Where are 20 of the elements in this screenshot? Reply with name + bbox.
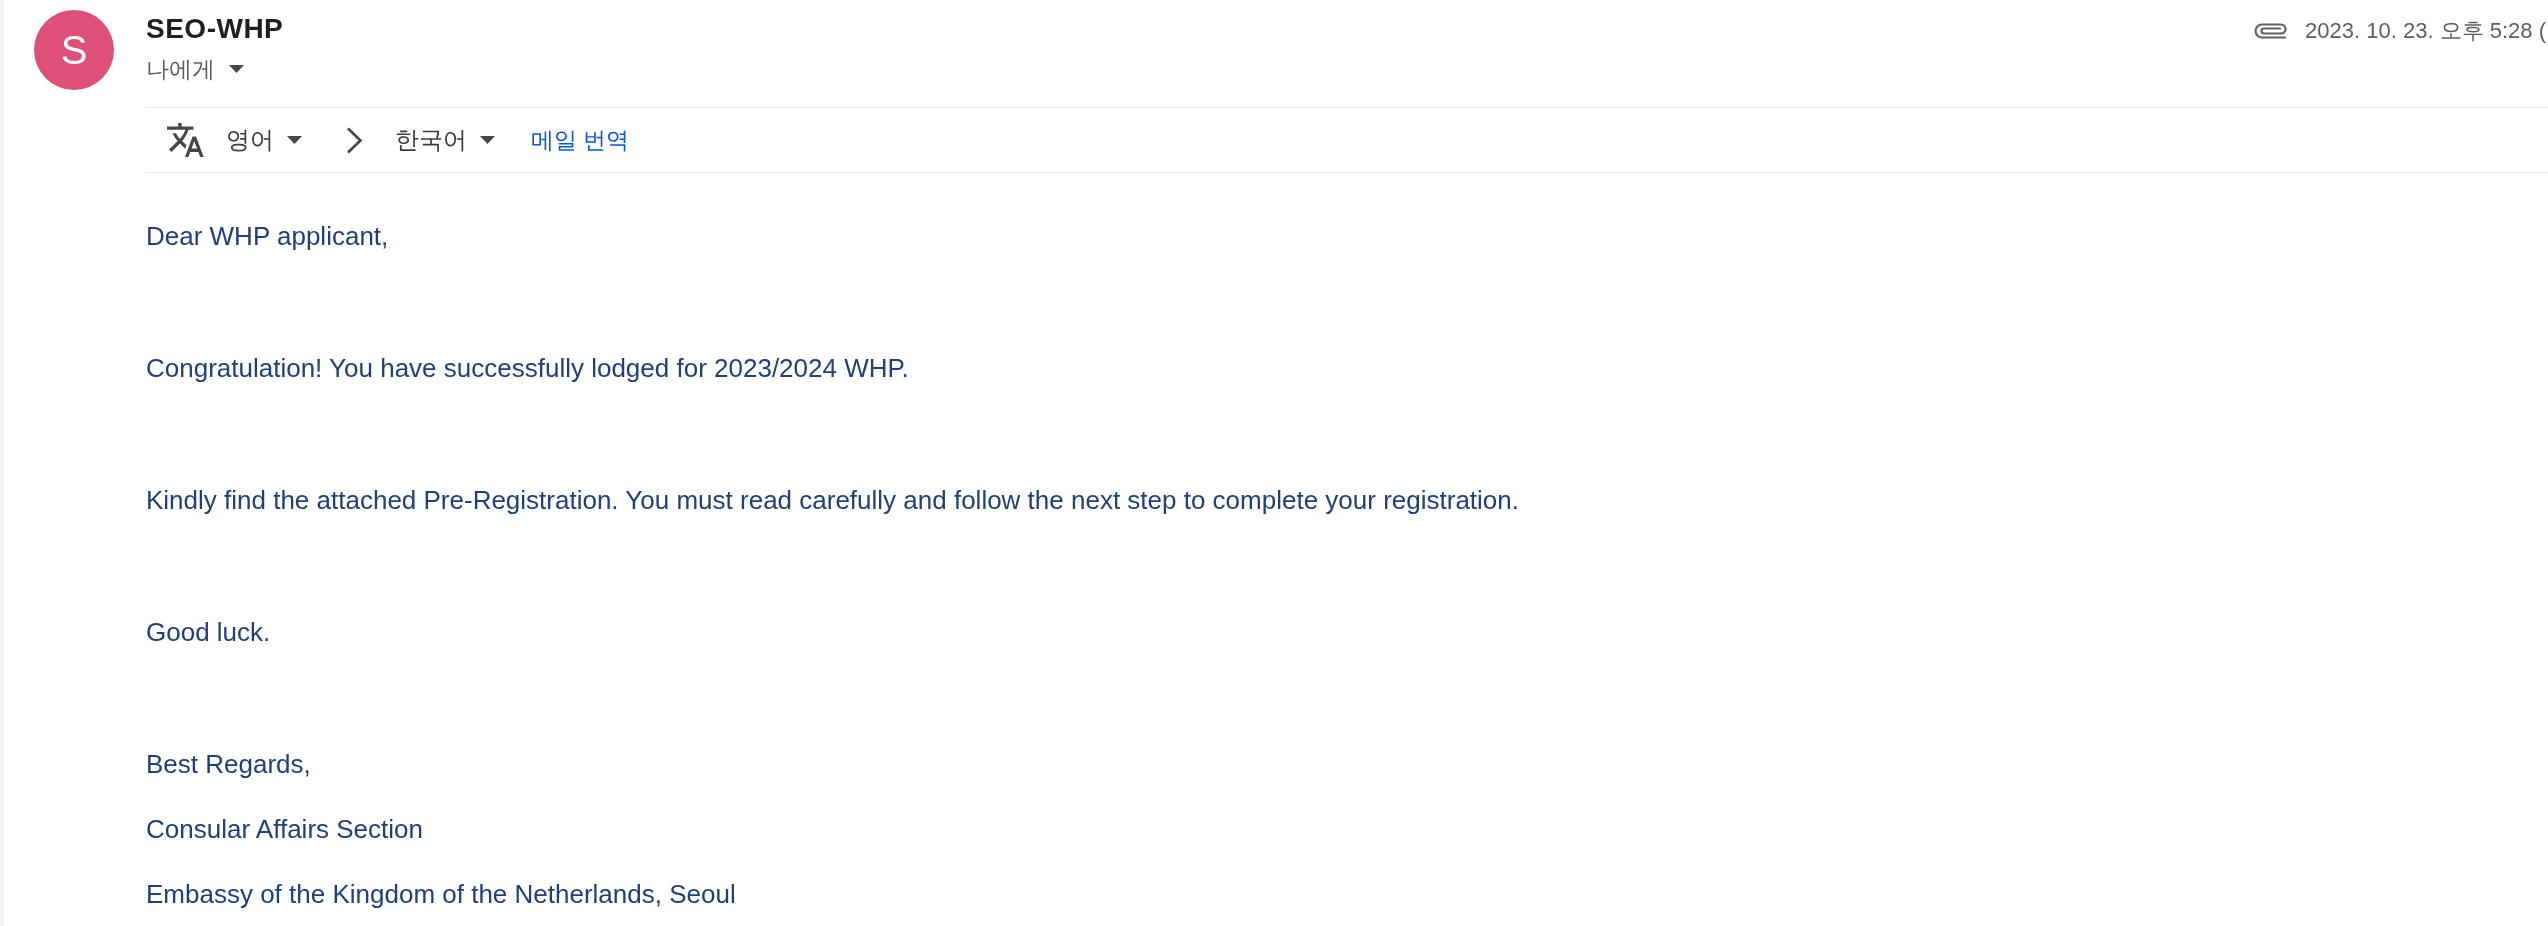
signature-line: Embassy of the Kingdom of the Netherlands, Seoul (146, 878, 736, 910)
email-paragraph: Dear WHP applicant, (146, 220, 389, 252)
translate-icon (167, 123, 204, 157)
avatar: S (34, 10, 114, 90)
date-text: 2023. 10. 23. 오후 5:28 ( (2305, 17, 2546, 45)
source-language-dropdown[interactable]: 영어 (226, 125, 302, 155)
target-language-dropdown[interactable]: 한국어 (395, 125, 495, 155)
chevron-right-icon (346, 126, 363, 154)
sender-name: SEO-WHP (146, 13, 284, 45)
caret-icon (229, 65, 244, 73)
paperclip-icon (2254, 22, 2288, 40)
caret-icon (480, 136, 495, 144)
recipient-dropdown[interactable]: 나에게 (146, 55, 244, 83)
signature-line: Best Regards, (146, 748, 311, 780)
translate-message-link[interactable]: 메일 번역 (531, 125, 630, 155)
email-paragraph: Kindly find the attached Pre-Registration. You must read carefully and follow the next step to complete your registration. (146, 484, 1519, 516)
signature-line: Consular Affairs Section (146, 813, 423, 845)
caret-icon (287, 136, 302, 144)
email-paragraph: Congratulation! You have successfully lodged for 2023/2024 WHP. (146, 352, 909, 384)
email-paragraph: Good luck. (146, 616, 271, 648)
